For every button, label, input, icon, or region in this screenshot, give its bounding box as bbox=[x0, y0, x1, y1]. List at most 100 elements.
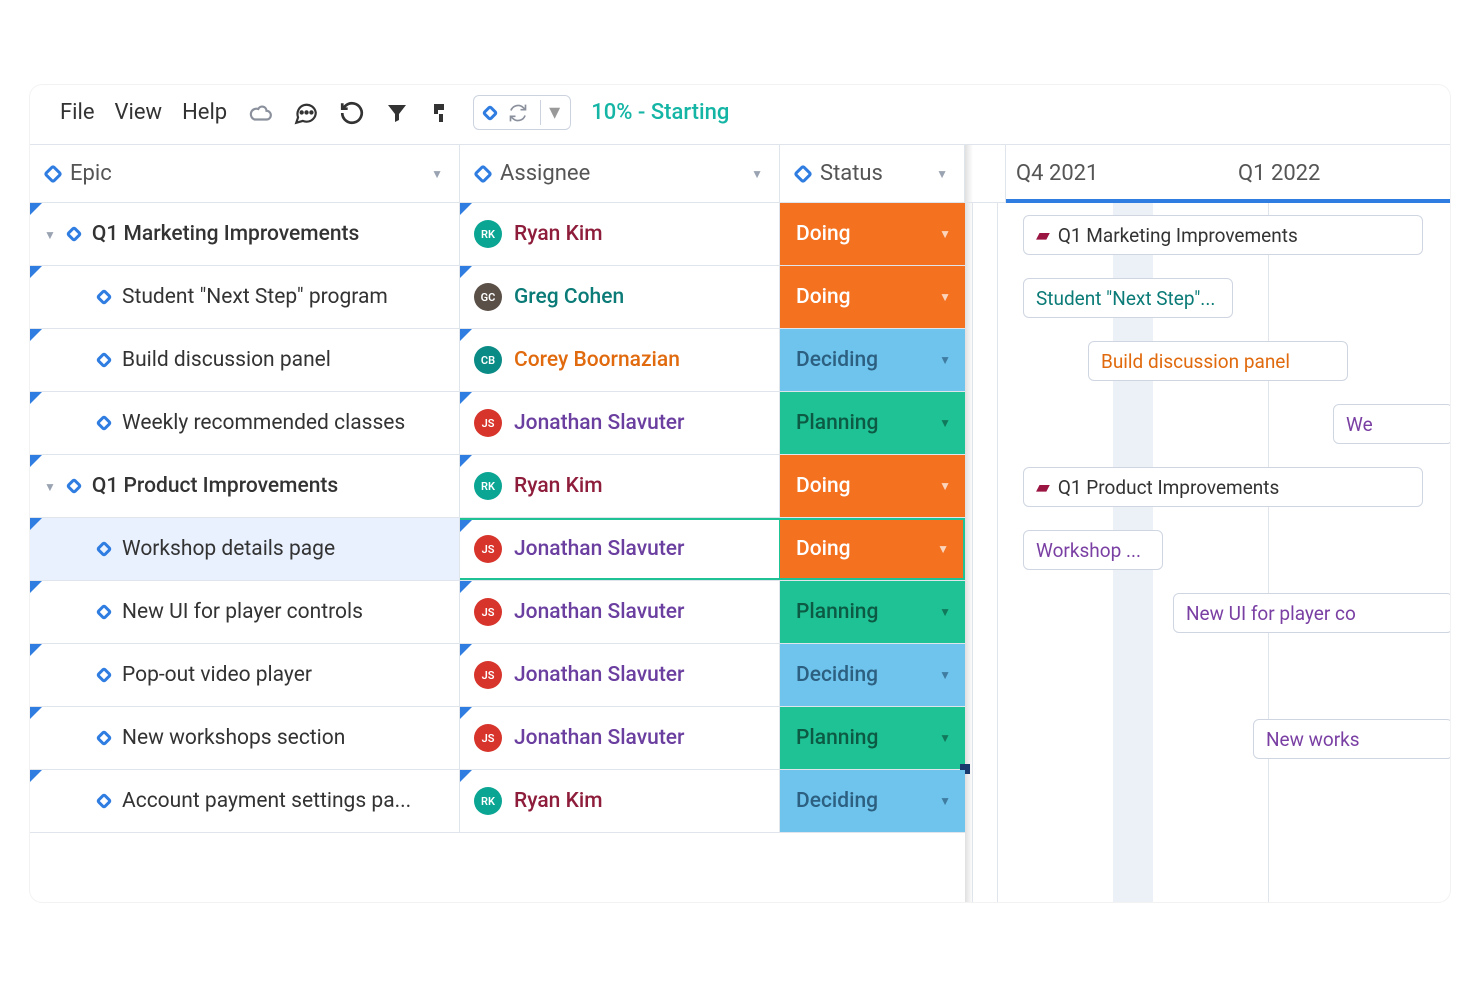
timeline-row[interactable]: Workshop ... bbox=[973, 518, 1450, 581]
status-chip[interactable]: Doing▼ bbox=[780, 203, 965, 265]
status-cell[interactable]: Deciding▼ bbox=[780, 644, 965, 706]
timeline-bar[interactable]: Student "Next Step"... bbox=[1023, 278, 1233, 318]
chevron-down-icon[interactable]: ▼ bbox=[939, 416, 951, 430]
chevron-down-icon[interactable]: ▼ bbox=[939, 794, 951, 808]
status-chip[interactable]: Deciding▼ bbox=[780, 329, 965, 391]
menu-file[interactable]: File bbox=[60, 100, 95, 125]
epic-cell[interactable]: New workshops section bbox=[30, 707, 460, 769]
epic-cell[interactable]: ▼Q1 Product Improvements bbox=[30, 455, 460, 517]
chevron-down-icon[interactable]: ▼ bbox=[936, 167, 948, 181]
status-cell[interactable]: Doing▼ bbox=[780, 203, 965, 265]
epic-cell[interactable]: ▼Q1 Marketing Improvements bbox=[30, 203, 460, 265]
chevron-down-icon[interactable]: ▼ bbox=[939, 227, 951, 241]
table-row[interactable]: ▼Q1 Product ImprovementsRKRyan KimDoing▼ bbox=[30, 455, 965, 518]
timeline-bar[interactable]: New works bbox=[1253, 719, 1450, 759]
chevron-down-icon[interactable]: ▼ bbox=[939, 605, 951, 619]
epic-cell[interactable]: Workshop details page bbox=[30, 518, 460, 580]
chevron-down-icon[interactable]: ▼ bbox=[44, 480, 56, 494]
cloud-sync-icon[interactable] bbox=[247, 100, 273, 126]
assignee-cell[interactable]: RKRyan Kim bbox=[460, 203, 780, 265]
timeline-bar[interactable]: ▰Q1 Marketing Improvements bbox=[1023, 215, 1423, 255]
status-chip[interactable]: Planning▼ bbox=[780, 392, 965, 454]
status-cell[interactable]: Doing▼ bbox=[780, 266, 965, 328]
status-cell[interactable]: Planning▼ bbox=[780, 581, 965, 643]
timeline-bar[interactable]: ▰Q1 Product Improvements bbox=[1023, 467, 1423, 507]
timeline-bar-label: Q1 Marketing Improvements bbox=[1058, 224, 1298, 247]
table-row[interactable]: New UI for player controlsJSJonathan Sla… bbox=[30, 581, 965, 644]
assignee-cell[interactable]: RKRyan Kim bbox=[460, 455, 780, 517]
epic-cell[interactable]: Pop-out video player bbox=[30, 644, 460, 706]
epic-title: Pop-out video player bbox=[122, 663, 312, 687]
assignee-cell[interactable]: JSJonathan Slavuter bbox=[460, 581, 780, 643]
status-cell[interactable]: Planning▼ bbox=[780, 392, 965, 454]
status-cell[interactable]: Deciding▼ bbox=[780, 770, 965, 832]
chevron-down-icon[interactable]: ▼ bbox=[939, 290, 951, 304]
chevron-down-icon[interactable]: ▼ bbox=[939, 731, 951, 745]
assignee-cell[interactable]: JSJonathan Slavuter bbox=[460, 707, 780, 769]
assignee-cell[interactable]: CBCorey Boornazian bbox=[460, 329, 780, 391]
timeline-row[interactable]: ▰Q1 Marketing Improvements bbox=[973, 203, 1450, 266]
column-header-assignee[interactable]: Assignee ▼ bbox=[460, 145, 780, 202]
timeline-row[interactable]: New UI for player co bbox=[973, 581, 1450, 644]
status-chip[interactable]: Deciding▼ bbox=[780, 644, 965, 706]
timeline-quarter[interactable]: Q1 2022 bbox=[1228, 145, 1450, 202]
assignee-cell[interactable]: JSJonathan Slavuter bbox=[460, 518, 780, 580]
table-row[interactable]: Pop-out video player JSJonathan SlavuterD… bbox=[30, 644, 965, 707]
comment-icon[interactable] bbox=[293, 100, 319, 126]
timeline-row[interactable]: New works bbox=[973, 707, 1450, 770]
timeline-bar[interactable]: Build discussion panel bbox=[1088, 341, 1348, 381]
chevron-down-icon[interactable]: ▼ bbox=[937, 542, 949, 556]
epic-cell[interactable]: Account payment settings pa... bbox=[30, 770, 460, 832]
status-chip[interactable]: Doing▼ bbox=[780, 266, 965, 328]
epic-cell[interactable]: Weekly recommended classes bbox=[30, 392, 460, 454]
table-row[interactable]: Build discussion panelCBCorey Boornazian… bbox=[30, 329, 965, 392]
status-chip[interactable]: Deciding▼ bbox=[780, 770, 965, 832]
status-chip[interactable]: Doing▼ bbox=[780, 520, 963, 578]
status-chip[interactable]: Doing▼ bbox=[780, 455, 965, 517]
timeline-row[interactable]: We bbox=[973, 392, 1450, 455]
chevron-down-icon[interactable]: ▼ bbox=[939, 353, 951, 367]
epic-cell[interactable]: Student "Next Step" program bbox=[30, 266, 460, 328]
assignee-cell[interactable]: JSJonathan Slavuter bbox=[460, 392, 780, 454]
timeline-row[interactable] bbox=[973, 644, 1450, 707]
timeline-body[interactable]: ▰Q1 Marketing Improvements Student "Next … bbox=[972, 203, 1450, 902]
chevron-down-icon[interactable]: ▼ bbox=[939, 479, 951, 493]
timeline-quarter[interactable]: Q4 2021 bbox=[1006, 145, 1228, 202]
timeline-bar[interactable]: We bbox=[1333, 404, 1450, 444]
view-mode-pill[interactable]: ▾ bbox=[473, 95, 571, 130]
chevron-down-icon[interactable]: ▼ bbox=[431, 167, 443, 181]
format-painter-icon[interactable] bbox=[429, 101, 453, 125]
history-icon[interactable] bbox=[339, 100, 365, 126]
timeline-row[interactable]: Build discussion panel bbox=[973, 329, 1450, 392]
filter-icon[interactable] bbox=[385, 101, 409, 125]
epic-cell[interactable]: Build discussion panel bbox=[30, 329, 460, 391]
status-chip[interactable]: Planning▼ bbox=[780, 581, 965, 643]
timeline-row[interactable]: ▰Q1 Product Improvements bbox=[973, 455, 1450, 518]
table-row[interactable]: Workshop details pageJSJonathan Slavuter… bbox=[30, 518, 965, 581]
timeline-row[interactable] bbox=[973, 770, 1450, 833]
table-row[interactable]: Student "Next Step" programGCGreg CohenD… bbox=[30, 266, 965, 329]
chevron-down-icon[interactable]: ▼ bbox=[751, 167, 763, 181]
timeline-bar[interactable]: Workshop ... bbox=[1023, 530, 1163, 570]
menu-view[interactable]: View bbox=[115, 100, 163, 125]
chevron-down-icon[interactable]: ▼ bbox=[44, 228, 56, 242]
assignee-cell[interactable]: JSJonathan Slavuter bbox=[460, 644, 780, 706]
menu-help[interactable]: Help bbox=[182, 100, 227, 125]
status-cell[interactable]: Deciding▼ bbox=[780, 329, 965, 391]
table-row[interactable]: Account payment settings pa...RKRyan Kim… bbox=[30, 770, 965, 833]
timeline-row[interactable]: Student "Next Step"... bbox=[973, 266, 1450, 329]
epic-cell[interactable]: New UI for player controls bbox=[30, 581, 460, 643]
timeline-bar[interactable]: New UI for player co bbox=[1173, 593, 1450, 633]
chevron-down-icon[interactable]: ▼ bbox=[939, 668, 951, 682]
table-row[interactable]: ▼Q1 Marketing ImprovementsRKRyan KimDoin… bbox=[30, 203, 965, 266]
status-chip[interactable]: Planning▼ bbox=[780, 707, 965, 769]
status-cell[interactable]: Doing▼ bbox=[780, 455, 965, 517]
column-header-epic[interactable]: Epic ▼ bbox=[30, 145, 460, 202]
column-header-status[interactable]: Status ▼ bbox=[780, 145, 965, 202]
status-cell[interactable]: Planning▼ bbox=[780, 707, 965, 769]
assignee-cell[interactable]: RKRyan Kim bbox=[460, 770, 780, 832]
table-row[interactable]: New workshops sectionJSJonathan Slavuter… bbox=[30, 707, 965, 770]
status-cell[interactable]: Doing▼ bbox=[780, 518, 965, 580]
assignee-cell[interactable]: GCGreg Cohen bbox=[460, 266, 780, 328]
table-row[interactable]: Weekly recommended classesJSJonathan Sla… bbox=[30, 392, 965, 455]
